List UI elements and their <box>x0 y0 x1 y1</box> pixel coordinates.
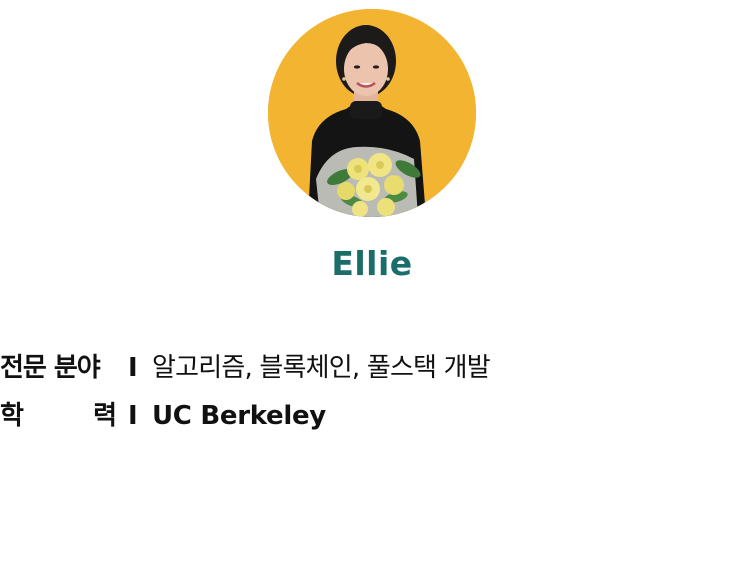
education-value: UC Berkeley <box>152 401 326 431</box>
education-label-char-1: 학 <box>0 401 24 431</box>
profile-photo-illustration <box>268 9 476 217</box>
info-row-education: 학 력 I UC Berkeley <box>0 392 600 440</box>
profile-name: Ellie <box>331 244 413 283</box>
specialty-separator: I <box>128 353 138 383</box>
profile-info: 전문 분야 I 알고리즘, 블록체인, 풀스택 개발 학 력 I UC Berk… <box>0 344 600 440</box>
info-row-specialty: 전문 분야 I 알고리즘, 블록체인, 풀스택 개발 <box>0 344 600 392</box>
education-separator: I <box>128 401 138 431</box>
specialty-label: 전문 분야 <box>0 353 101 383</box>
profile-photo <box>268 9 476 217</box>
education-label-char-2: 력 <box>93 401 117 431</box>
specialty-value: 알고리즘, 블록체인, 풀스택 개발 <box>152 353 491 383</box>
education-label: 학 력 <box>0 392 117 440</box>
